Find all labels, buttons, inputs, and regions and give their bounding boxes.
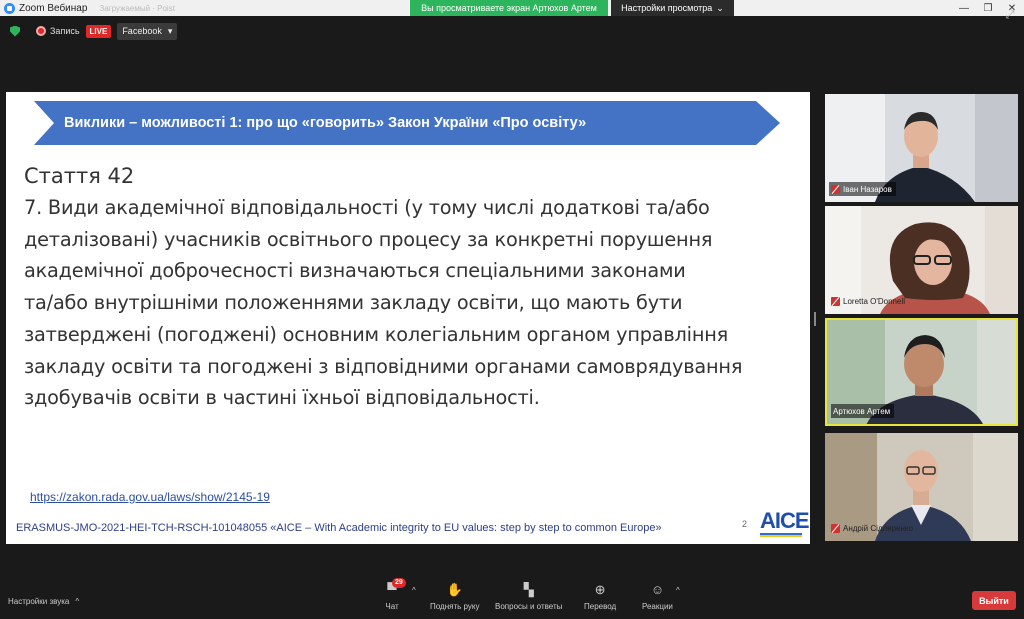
aice-logo: AICE bbox=[760, 508, 810, 538]
security-shield-icon[interactable] bbox=[10, 25, 20, 37]
meeting-controls-bar: Настройки звука ^ ▀ 29 Чат ^ ✋ Поднять р… bbox=[0, 578, 1024, 619]
chevron-down-icon: ⌄ bbox=[716, 2, 724, 13]
chevron-up-icon: ^ bbox=[75, 597, 80, 606]
view-settings-label: Настройки просмотра bbox=[621, 3, 713, 13]
article-line: та/або внутрішніми положеннями закладу о… bbox=[24, 291, 683, 315]
raise-hand-icon: ✋ bbox=[446, 582, 463, 597]
chat-label: Чат bbox=[385, 602, 399, 611]
video-tile[interactable]: Андрій Сідляренко bbox=[825, 433, 1018, 541]
participant-name: Loretta O'Donnell bbox=[843, 296, 906, 306]
article-line: деталізовані) учасників освітнього проце… bbox=[24, 227, 713, 251]
minimize-button[interactable]: — bbox=[952, 0, 976, 16]
article-line: академічної доброчесності визначаються с… bbox=[24, 259, 686, 283]
chat-unread-badge: 29 bbox=[392, 578, 406, 588]
record-icon bbox=[36, 26, 46, 36]
share-banner-text: Вы просматриваете экран Артюхов Артем bbox=[421, 3, 597, 13]
banner-title: Виклики – можливості 1: про що «говорить… bbox=[64, 115, 587, 131]
article-line: здобувачів освіти в частині їхньої відпо… bbox=[24, 386, 540, 410]
qa-icon: ▚ bbox=[523, 582, 534, 597]
slide-page-number: 2 bbox=[742, 519, 748, 529]
facebook-stream-button[interactable]: Facebook ▾ bbox=[117, 22, 178, 40]
chevron-up-icon[interactable]: ^ bbox=[676, 586, 680, 595]
translation-label: Перевод bbox=[584, 602, 617, 611]
ghost-text: Загружаемый · Poist bbox=[99, 3, 175, 13]
mic-muted-icon bbox=[831, 296, 840, 306]
screen-share-banner: Вы просматриваете экран Артюхов Артем bbox=[410, 0, 608, 16]
maximize-button[interactable]: ❐ bbox=[976, 0, 1000, 16]
law-link[interactable]: https://zakon.rada.gov.ua/laws/show/2145… bbox=[30, 490, 270, 504]
raise-hand-button[interactable]: ✋ Поднять руку bbox=[430, 582, 479, 611]
facebook-label: Facebook bbox=[122, 26, 162, 36]
aice-logo-text: AICE bbox=[760, 508, 810, 533]
zoom-logo-icon bbox=[4, 2, 15, 14]
qa-button[interactable]: ▚ Вопросы и ответы bbox=[495, 582, 562, 611]
participant-name: Артюхов Артем bbox=[833, 406, 891, 416]
article-title: Стаття 42 bbox=[24, 164, 135, 188]
shared-screen-slide: Виклики – можливості 1: про що «говорить… bbox=[6, 92, 810, 544]
slide-banner: Виклики – можливості 1: про що «говорить… bbox=[34, 101, 780, 145]
article-line: 7. Види академічної відповідальності (у … bbox=[24, 196, 710, 219]
chat-icon: ▀ 29 bbox=[384, 578, 406, 598]
globe-icon: ⊕ bbox=[594, 582, 606, 597]
article-body: 7. Види академічної відповідальності (у … bbox=[24, 192, 794, 414]
qa-label: Вопросы и ответы bbox=[495, 602, 563, 611]
fullscreen-icon[interactable]: ⤢ bbox=[1004, 9, 1016, 21]
ukraine-flag-stripe bbox=[760, 533, 802, 537]
mic-muted-icon bbox=[831, 184, 840, 194]
article-line: закладу освіти та погоджені з відповідни… bbox=[24, 354, 743, 378]
panel-splitter-handle[interactable] bbox=[814, 312, 816, 326]
sound-settings-label: Настройки звука bbox=[8, 597, 70, 606]
article-line: затверджені (погоджені) основним колегіа… bbox=[24, 322, 729, 346]
chat-button[interactable]: ▀ 29 Чат bbox=[384, 578, 406, 611]
window-title: Zoom Вебинар bbox=[19, 2, 88, 14]
participant-name-tag: Андрій Сідляренко bbox=[829, 521, 917, 535]
chevron-up-icon[interactable]: ^ bbox=[412, 586, 416, 595]
meeting-topbar: Запись LIVE Facebook ▾ bbox=[0, 16, 1024, 46]
video-tile[interactable]: Іван Назаров bbox=[825, 94, 1018, 202]
participant-name-tag: Артюхов Артем bbox=[831, 404, 895, 418]
raise-hand-label: Поднять руку bbox=[430, 602, 480, 611]
participant-name: Іван Назаров bbox=[843, 184, 892, 194]
reactions-label: Реакции bbox=[642, 602, 673, 611]
translation-button[interactable]: ⊕ Перевод bbox=[584, 582, 616, 611]
view-settings-button[interactable]: Настройки просмотра ⌄ bbox=[611, 0, 734, 16]
leave-button[interactable]: Выйти bbox=[972, 591, 1016, 610]
chevron-down-icon: ▾ bbox=[167, 25, 173, 36]
sound-settings-button[interactable]: Настройки звука ^ bbox=[8, 597, 79, 606]
live-badge: LIVE bbox=[85, 24, 112, 38]
participant-name-tag: Loretta O'Donnell bbox=[829, 294, 909, 308]
reactions-icon: ☺ bbox=[650, 582, 665, 597]
reactions-button[interactable]: ☺ Реакции bbox=[642, 582, 673, 611]
participant-name: Андрій Сідляренко bbox=[843, 523, 913, 533]
participant-name-tag: Іван Назаров bbox=[829, 182, 896, 196]
video-tile[interactable]: Loretta O'Donnell bbox=[825, 206, 1018, 314]
mic-muted-icon bbox=[831, 523, 840, 533]
record-label: Запись bbox=[50, 26, 80, 36]
video-tile-active-speaker[interactable]: Артюхов Артем bbox=[825, 318, 1018, 426]
slide-footer: ERASMUS-JMO-2021-HEI-TCH-RSCH-101048055 … bbox=[16, 522, 662, 534]
